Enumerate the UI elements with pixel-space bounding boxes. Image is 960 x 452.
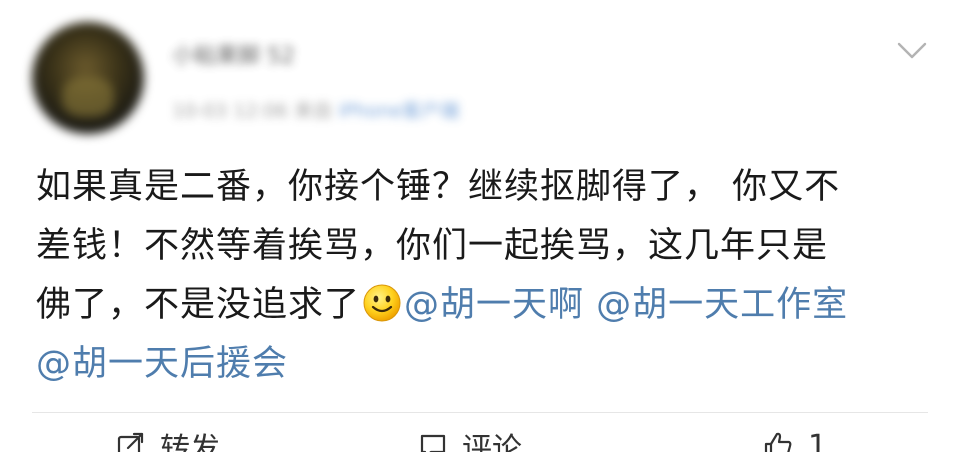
thumbs-up-icon: [764, 432, 792, 452]
post-line-2: 差钱！不然等着挨骂，你们一起挨骂，这几年只是: [36, 226, 829, 266]
mention-link[interactable]: @胡一天工作室: [596, 285, 848, 325]
username-text: 小粘果脚 52: [172, 44, 295, 69]
post-source-device[interactable]: iPhone客户端: [338, 100, 459, 122]
like-button[interactable]: 1: [762, 426, 827, 452]
post-content: 如果真是二番，你接个锤？继续抠脚得了， 你又不 差钱！不然等着挨骂，你们一起挨骂…: [36, 158, 936, 394]
avatar[interactable]: [32, 22, 144, 134]
mention-link[interactable]: @胡一天啊: [404, 285, 584, 325]
comment-label: 评论: [462, 432, 522, 452]
post-line-4: @胡一天后援会: [36, 335, 936, 394]
comment-button[interactable]: 评论: [418, 426, 522, 452]
mention-link[interactable]: @胡一天后援会: [36, 344, 288, 384]
weibo-post-card: 小粘果脚 52 10-03 12:06 来自 iPhone客户端 如果真是二番，…: [0, 0, 960, 452]
repost-icon: [117, 432, 144, 452]
username[interactable]: 小粘果脚 52: [172, 40, 295, 74]
repost-button[interactable]: 转发: [116, 426, 220, 452]
post-line-3-text: 佛了，不是没追求了: [36, 285, 361, 325]
divider: [32, 412, 928, 413]
like-count: 1: [808, 428, 828, 452]
comment-icon: [420, 434, 446, 452]
repost-label: 转发: [160, 432, 220, 452]
post-meta: 10-03 12:06 来自 iPhone客户端: [172, 96, 459, 126]
post-line-3: 佛了，不是没追求了 @胡一天啊 @胡一天工作室: [36, 276, 936, 335]
post-source-prefix: 来自: [294, 100, 333, 122]
smiley-emoji-icon: [363, 284, 401, 322]
post-time: 10-03 12:06: [172, 100, 289, 122]
chevron-down-icon[interactable]: [896, 40, 928, 62]
post-line-1: 如果真是二番，你接个锤？继续抠脚得了， 你又不: [36, 167, 841, 207]
